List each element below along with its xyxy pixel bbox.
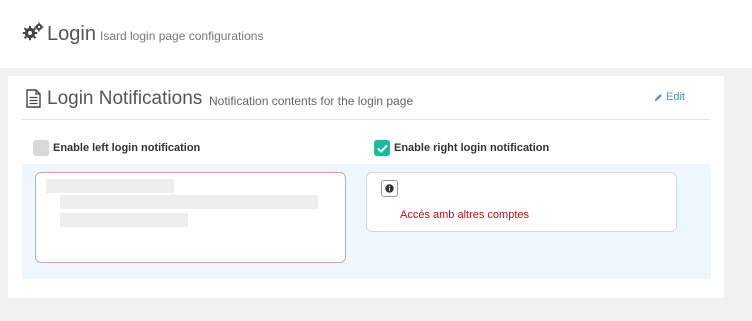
edit-button[interactable]: Edit — [654, 90, 685, 104]
gears-icon — [22, 22, 44, 41]
page-title: Login — [47, 23, 96, 45]
edit-label: Edit — [666, 91, 685, 103]
blurred-content — [60, 213, 188, 227]
enable-left-notification-toggle[interactable]: Enable left login notification — [33, 140, 200, 156]
info-circle-icon — [385, 184, 394, 193]
right-checkbox[interactable] — [374, 140, 390, 156]
document-icon — [26, 89, 41, 108]
info-icon[interactable] — [381, 180, 398, 197]
blurred-content — [60, 195, 318, 209]
enable-right-notification-toggle[interactable]: Enable right login notification — [374, 140, 549, 156]
card-subtitle: Notification contents for the login page — [209, 94, 414, 108]
blurred-content — [46, 179, 174, 193]
notifications-preview-area: Accés amb altres comptes — [22, 164, 711, 279]
left-notification-editor[interactable] — [35, 172, 346, 263]
page-header: Login Isard login page configurations — [0, 0, 752, 68]
divider — [21, 119, 711, 120]
pencil-icon — [654, 93, 662, 101]
left-checkbox[interactable] — [33, 140, 49, 156]
checkmark-icon — [376, 144, 388, 153]
left-checkbox-label: Enable left login notification — [53, 142, 201, 154]
login-notifications-card: Login Notifications Notification content… — [8, 76, 724, 298]
right-notification-preview: Accés amb altres comptes — [366, 172, 677, 232]
page-subtitle: Isard login page configurations — [100, 29, 264, 43]
card-title: Login Notifications — [47, 88, 203, 109]
right-notification-text: Accés amb altres comptes — [400, 209, 529, 221]
right-checkbox-label: Enable right login notification — [394, 142, 550, 154]
